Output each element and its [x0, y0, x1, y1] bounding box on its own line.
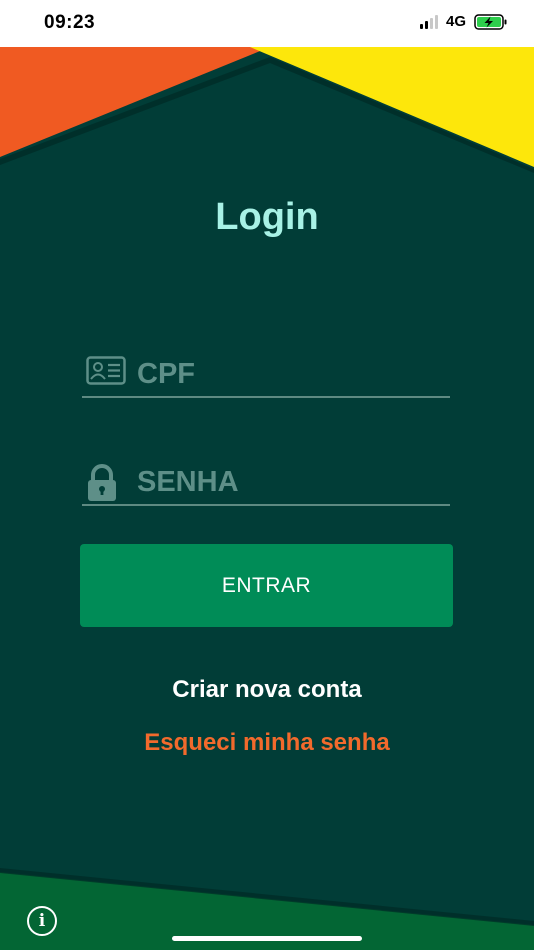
forgot-password-link[interactable]: Esqueci minha senha: [0, 729, 534, 757]
home-indicator[interactable]: [172, 936, 362, 941]
status-indicators: 4G: [419, 13, 508, 30]
id-card-icon: [86, 356, 126, 391]
footer-decoration: [0, 868, 534, 950]
lock-icon: [86, 464, 118, 507]
create-account-link[interactable]: Criar nova conta: [0, 676, 534, 704]
senha-placeholder: SENHA: [137, 466, 239, 498]
battery-charging-icon: [474, 13, 508, 30]
status-time: 09:23: [44, 12, 96, 33]
cpf-placeholder: CPF: [137, 358, 195, 390]
login-button[interactable]: ENTRAR: [80, 544, 453, 627]
status-bar: 09:23 4G: [0, 0, 534, 47]
network-type: 4G: [445, 13, 466, 30]
signal-icon: [419, 14, 438, 29]
cpf-field[interactable]: CPF: [82, 350, 450, 398]
senha-field[interactable]: SENHA: [82, 458, 450, 506]
page-title: Login: [215, 196, 319, 238]
info-icon[interactable]: i: [27, 906, 57, 936]
header-decoration: [0, 47, 534, 173]
